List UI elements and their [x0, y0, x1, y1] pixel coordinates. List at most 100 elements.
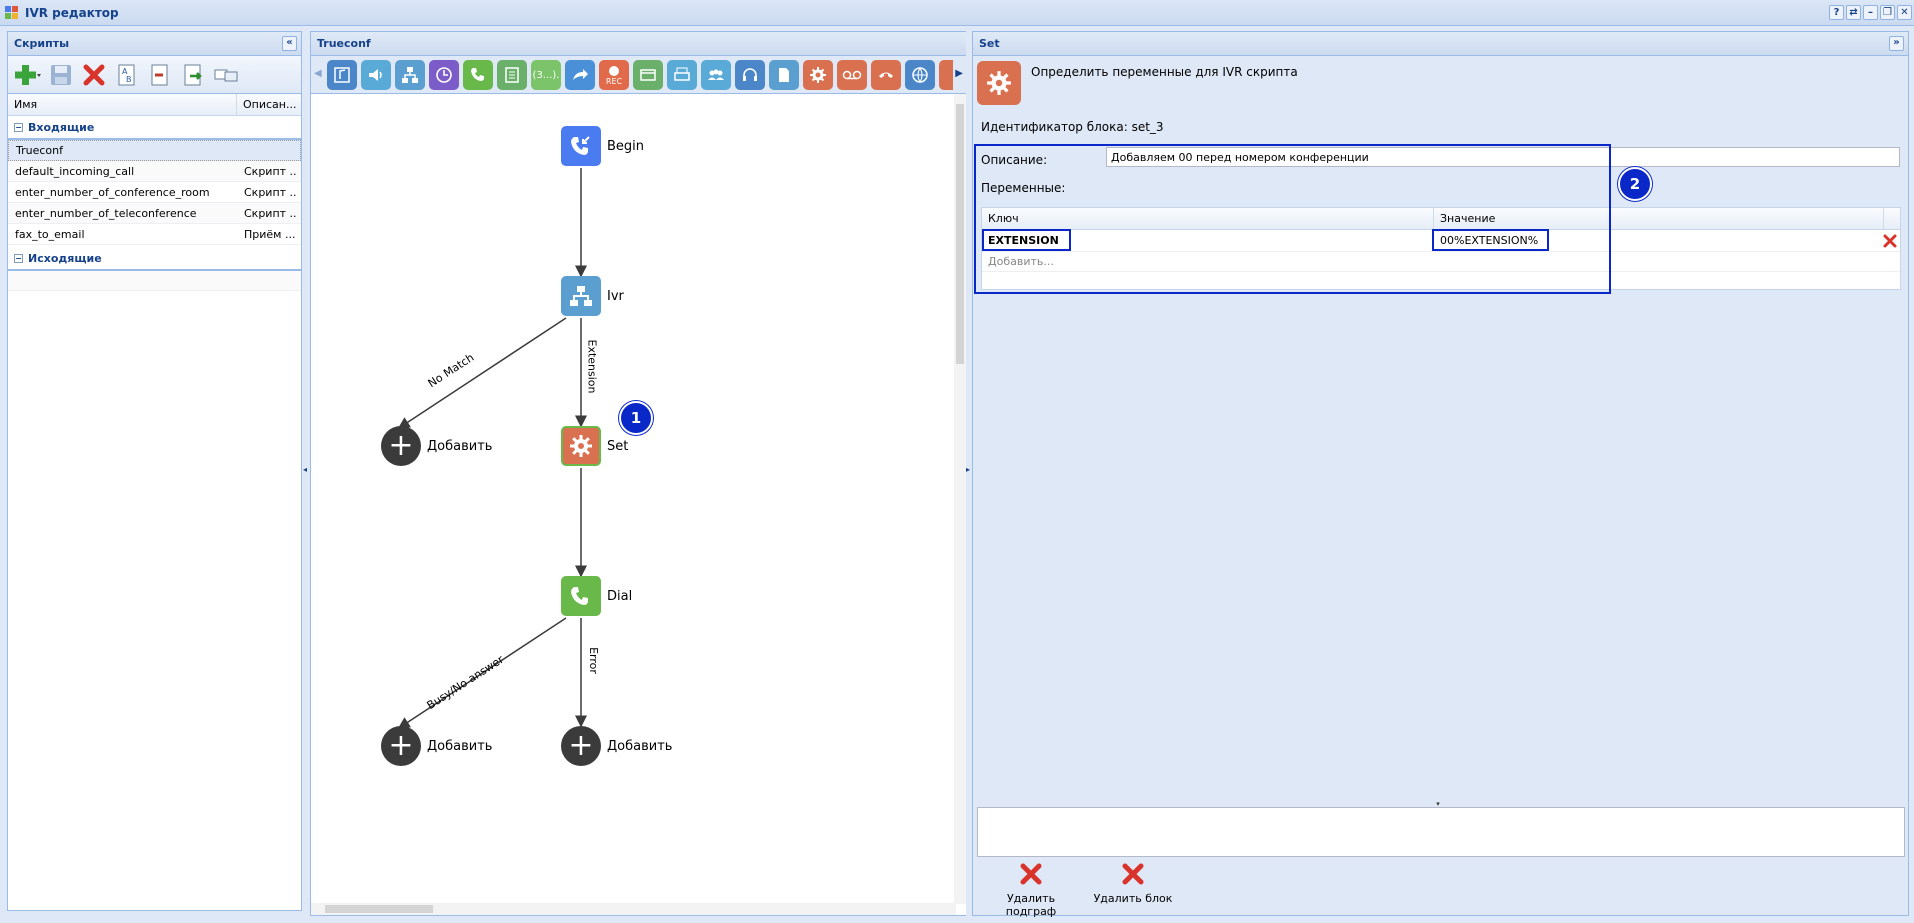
canvas-horizontal-scrollbar[interactable] — [311, 903, 956, 915]
bottom-info-area — [977, 807, 1905, 857]
delete-icon — [1093, 862, 1173, 889]
group-incoming[interactable]: − Входящие — [8, 116, 301, 140]
group-outgoing-label: Исходящие — [28, 251, 102, 265]
web-block-icon[interactable] — [905, 60, 935, 90]
column-name[interactable]: Имя — [8, 94, 237, 115]
add-label: Добавить — [607, 738, 673, 754]
script-desc: Скрипт ... — [244, 206, 297, 220]
set-block-icon[interactable] — [803, 60, 833, 90]
export-script-icon[interactable] — [179, 61, 207, 89]
maximize-button[interactable]: ❐ — [1880, 5, 1895, 20]
more-block-icon[interactable] — [939, 60, 953, 90]
node-dial[interactable]: Dial — [561, 576, 632, 616]
properties-panel: Set » Определить переменные для IVR скри… — [972, 31, 1909, 918]
annotation-marker-1: 1 — [619, 401, 653, 435]
gear-icon — [561, 426, 601, 466]
window-titlebar: IVR редактор ? ⇄ – ❐ ✕ — [0, 0, 1914, 26]
script-row[interactable]: enter_number_of_conference_room Скрипт .… — [8, 182, 301, 203]
script-name: Trueconf — [16, 144, 63, 157]
fax-block-icon[interactable] — [667, 60, 697, 90]
dial-block-icon[interactable] — [463, 60, 493, 90]
plus-icon: + — [381, 426, 421, 466]
form-block-icon[interactable] — [497, 60, 527, 90]
script-row[interactable]: Trueconf — [8, 140, 301, 161]
flow-canvas[interactable]: No Match Extension Busy/No answer Error … — [311, 94, 956, 904]
flow-edges — [397, 168, 587, 729]
hangup-block-icon[interactable] — [871, 60, 901, 90]
column-description[interactable]: Описан... — [237, 94, 301, 115]
record-block-icon[interactable]: REC — [599, 60, 629, 90]
add-label: Добавить — [427, 438, 493, 454]
counter-block-icon[interactable]: (3...). — [531, 60, 561, 90]
flow-panel-title: Trueconf — [317, 37, 371, 50]
add-node-no-match[interactable]: + Добавить — [381, 426, 492, 466]
script-row[interactable]: default_incoming_call Скрипт ... — [8, 161, 301, 182]
close-button[interactable]: ✕ — [1897, 5, 1912, 20]
block-header: Определить переменные для IVR скрипта — [977, 61, 1298, 105]
add-node-error[interactable]: + Добавить — [561, 726, 672, 766]
time-block-icon[interactable] — [429, 60, 459, 90]
script-desc: Приём ... — [244, 227, 296, 241]
play-file-block-icon[interactable] — [327, 60, 357, 90]
headset-block-icon[interactable] — [735, 60, 765, 90]
group-incoming-label: Входящие — [28, 120, 95, 134]
collapse-group-icon[interactable]: − — [14, 253, 23, 263]
copy-script-icon[interactable] — [146, 61, 174, 89]
collapse-left-icon[interactable]: « — [282, 36, 297, 51]
palette-scroll-right-icon[interactable]: ▶ — [955, 68, 963, 79]
document-block-icon[interactable] — [769, 60, 799, 90]
delete-block-button[interactable]: Удалить блок — [1093, 862, 1173, 905]
edge-label-error: Error — [586, 647, 600, 674]
rename-script-icon[interactable]: AB — [113, 61, 141, 89]
collapse-right-icon[interactable]: » — [1889, 36, 1904, 51]
group-outgoing[interactable]: − Исходящие — [8, 247, 301, 271]
annotation-marker-2: 2 — [1618, 167, 1652, 201]
canvas-vertical-scrollbar[interactable] — [954, 94, 966, 904]
palette-scroll-left-icon[interactable]: ◀ — [314, 68, 322, 79]
block-subtitle: Определить переменные для IVR скрипта — [1031, 65, 1298, 79]
rec-label: REC — [605, 76, 623, 86]
card-block-icon[interactable] — [633, 60, 663, 90]
delete-subgraph-button[interactable]: Удалить подграф — [985, 862, 1077, 918]
node-ivr[interactable]: Ivr — [561, 276, 624, 316]
minimize-button[interactable]: – — [1863, 5, 1878, 20]
highlight-key — [982, 229, 1071, 251]
import-script-icon[interactable] — [212, 61, 240, 89]
horizontal-scroll-thumb[interactable] — [325, 905, 433, 913]
vertical-scroll-thumb[interactable] — [956, 104, 964, 364]
phone-icon — [561, 576, 601, 616]
help-button[interactable]: ? — [1829, 5, 1844, 20]
script-name: default_incoming_call — [15, 164, 135, 178]
refresh-button[interactable]: ⇄ — [1846, 5, 1861, 20]
window-title: IVR редактор — [25, 5, 119, 20]
add-label: Добавить — [427, 738, 493, 754]
gear-icon — [977, 61, 1021, 105]
redirect-block-icon[interactable] — [565, 60, 595, 90]
script-row[interactable]: fax_to_email Приём ... — [8, 224, 301, 245]
scripts-panel-title: Скрипты — [14, 37, 70, 50]
save-icon[interactable] — [47, 61, 75, 89]
add-script-icon[interactable] — [14, 61, 42, 89]
delete-row-icon[interactable] — [1882, 233, 1898, 252]
script-row[interactable]: enter_number_of_teleconference Скрипт ..… — [8, 203, 301, 224]
node-begin[interactable]: Begin — [561, 126, 644, 166]
column-actions — [1884, 208, 1900, 229]
flow-panel: Trueconf ◀ (3...). REC ▶ No Match Extens… — [310, 31, 967, 916]
collapse-group-icon[interactable]: − — [14, 122, 23, 132]
voicemail-block-icon[interactable] — [837, 60, 867, 90]
highlight-box-2 — [974, 144, 1611, 294]
node-set[interactable]: Set — [561, 426, 628, 466]
scripts-toolbar: AB — [8, 56, 301, 94]
left-splitter[interactable]: ◂ — [303, 31, 309, 911]
speaker-block-icon[interactable] — [361, 60, 391, 90]
script-name: enter_number_of_teleconference — [15, 206, 197, 220]
add-node-busy[interactable]: + Добавить — [381, 726, 492, 766]
ivr-block-icon[interactable] — [395, 60, 425, 90]
edge-label-extension: Extension — [585, 339, 599, 394]
scripts-panel-header: Скрипты « — [8, 32, 301, 56]
delete-script-icon[interactable] — [80, 61, 108, 89]
incoming-call-icon — [561, 126, 601, 166]
node-ivr-label: Ivr — [607, 288, 624, 304]
queue-block-icon[interactable] — [701, 60, 731, 90]
flow-panel-header: Trueconf — [311, 32, 966, 56]
